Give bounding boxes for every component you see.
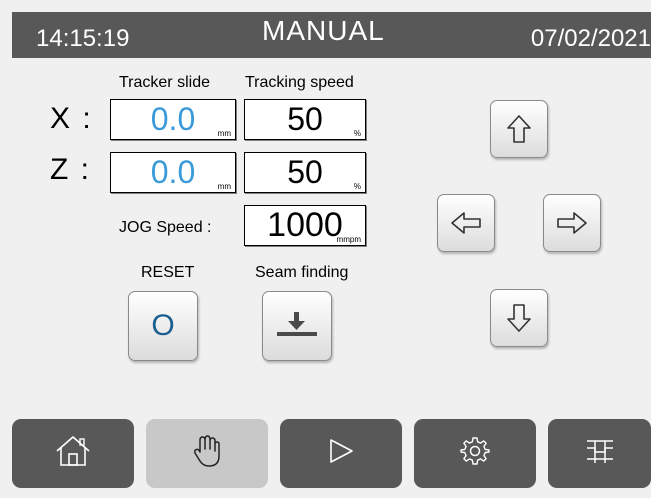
x-slide-value: 0.0 bbox=[150, 101, 196, 137]
jog-speed-field[interactable]: 1000 mmpm bbox=[244, 205, 366, 246]
gear-icon bbox=[460, 436, 490, 471]
arrow-up-icon bbox=[506, 114, 532, 144]
axis-x-label: X : bbox=[50, 102, 93, 135]
jog-left-button[interactable] bbox=[437, 194, 495, 252]
z-slide-value: 0.0 bbox=[150, 154, 196, 190]
z-slide-unit: mm bbox=[217, 182, 231, 191]
z-speed-value: 50 bbox=[287, 154, 323, 190]
jog-right-button[interactable] bbox=[543, 194, 601, 252]
nav-run[interactable] bbox=[280, 419, 402, 488]
jog-speed-unit: mmpm bbox=[336, 235, 361, 244]
seam-finding-button[interactable] bbox=[262, 291, 332, 361]
hand-icon bbox=[192, 434, 222, 473]
x-speed-value: 50 bbox=[287, 101, 323, 137]
arrow-left-icon bbox=[450, 211, 482, 235]
arrow-down-icon bbox=[506, 303, 532, 333]
seam-finding-icon bbox=[274, 312, 320, 340]
tracker-slide-header: Tracker slide bbox=[119, 74, 210, 91]
nav-manual[interactable] bbox=[146, 419, 268, 488]
jog-up-button[interactable] bbox=[490, 100, 548, 158]
x-slide-unit: mm bbox=[217, 129, 231, 138]
parameters-icon bbox=[583, 437, 617, 470]
nav-parameters[interactable] bbox=[548, 419, 651, 488]
reset-glyph: O bbox=[151, 309, 175, 342]
x-speed-field[interactable]: 50 % bbox=[244, 99, 366, 140]
bottom-nav bbox=[12, 419, 651, 488]
clock-time: 14:15:19 bbox=[36, 25, 130, 52]
manual-screen: 14:15:19 MANUAL 07/02/2021 Tracker slide… bbox=[0, 0, 651, 498]
nav-settings[interactable] bbox=[414, 419, 536, 488]
tracking-speed-header: Tracking speed bbox=[245, 74, 354, 91]
jog-down-button[interactable] bbox=[490, 289, 548, 347]
reset-button[interactable]: O bbox=[128, 291, 198, 361]
z-speed-field[interactable]: 50 % bbox=[244, 152, 366, 193]
z-slide-field[interactable]: 0.0 mm bbox=[110, 152, 236, 193]
play-icon bbox=[327, 437, 355, 470]
current-date: 07/02/2021 bbox=[530, 25, 651, 52]
home-icon bbox=[55, 435, 91, 472]
axis-z-label: Z : bbox=[50, 153, 91, 186]
jog-speed-label: JOG Speed : bbox=[119, 219, 212, 236]
nav-home[interactable] bbox=[12, 419, 134, 488]
header-bar: 14:15:19 MANUAL 07/02/2021 bbox=[12, 12, 651, 58]
page-title: MANUAL bbox=[262, 15, 385, 46]
x-slide-field[interactable]: 0.0 mm bbox=[110, 99, 236, 140]
z-speed-unit: % bbox=[353, 182, 361, 191]
x-speed-unit: % bbox=[353, 129, 361, 138]
arrow-right-icon bbox=[556, 211, 588, 235]
reset-label: RESET bbox=[141, 264, 195, 281]
seam-finding-label: Seam finding bbox=[255, 264, 349, 281]
